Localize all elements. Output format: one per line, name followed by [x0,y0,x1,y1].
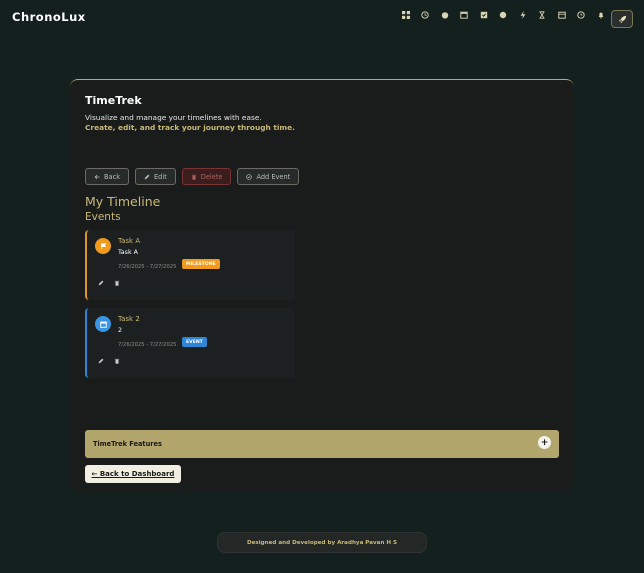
globe-icon[interactable] [494,8,514,22]
event-name: Task 2 [118,315,140,323]
plus-icon[interactable]: + [538,436,551,449]
page-tagline: Create, edit, and track your journey thr… [85,123,295,132]
brand-logo[interactable]: ChronoLux [12,10,86,24]
event-description: 2 [118,327,123,334]
event-dates: 7/26/2025 - 7/27/2025 [118,264,177,270]
pencil-icon [144,174,150,179]
rocket-icon [618,15,626,23]
event-card[interactable]: Task A Task A 7/26/2025 - 7/27/2025 MILE… [85,230,295,300]
timetrek-card: TimeTrek Visualize and manage your timel… [70,79,574,492]
edit-button[interactable]: Edit [135,168,176,185]
delete-button[interactable]: Delete [181,168,232,185]
hourglass-icon[interactable] [533,8,553,22]
features-accordion[interactable]: TimeTrek Features + [85,430,559,458]
flag-icon [95,238,111,254]
edit-button-label: Edit [154,172,167,181]
event-name: Task A [118,237,141,245]
top-nav [396,8,611,22]
delete-button-label: Delete [200,172,223,181]
calendar-icon [95,316,111,332]
add-event-button[interactable]: Add Event [237,168,300,185]
event-badge: EVENT [182,337,207,347]
back-button[interactable]: Back [85,168,130,185]
alarm-icon[interactable] [572,8,592,22]
event-dates: 7/26/2025 - 7/27/2025 [118,342,177,348]
bolt-icon[interactable] [513,8,533,22]
event-description: Task A [118,249,138,256]
trash-icon[interactable] [114,358,120,364]
events-heading: Events [85,211,121,223]
event-actions [98,358,120,364]
footer-credit: Designed and Developed by Aradhya Pavan … [217,532,427,553]
trash-icon [191,174,196,180]
back-to-dashboard-button[interactable]: ← Back to Dashboard [85,465,181,483]
stopwatch-icon[interactable] [435,8,455,22]
page-title: TimeTrek [85,94,142,107]
calendar-icon[interactable] [552,8,572,22]
clock-icon[interactable] [416,8,436,22]
pencil-icon[interactable] [98,358,104,364]
trash-icon[interactable] [114,280,120,286]
page-subtitle: Visualize and manage your timelines with… [85,113,262,122]
timeline-title: My Timeline [85,194,161,209]
arrow-left-icon [94,174,100,179]
pencil-icon[interactable] [98,280,104,286]
features-label: TimeTrek Features [93,440,162,448]
add-event-icon [246,173,253,180]
calendar-plus-icon[interactable] [455,8,475,22]
back-button-label: Back [104,172,121,181]
bell-icon[interactable] [591,8,611,22]
grid-icon[interactable] [396,8,416,22]
event-actions [98,280,120,286]
milestone-badge: MILESTONE [182,259,220,269]
event-card[interactable]: Task 2 2 7/26/2025 - 7/27/2025 EVENT [85,308,295,378]
timeline-toolbar: Back Edit Delete Add Event [85,168,300,185]
check-calendar-icon[interactable] [474,8,494,22]
rocket-button[interactable] [611,10,633,28]
add-event-button-label: Add Event [256,172,291,181]
